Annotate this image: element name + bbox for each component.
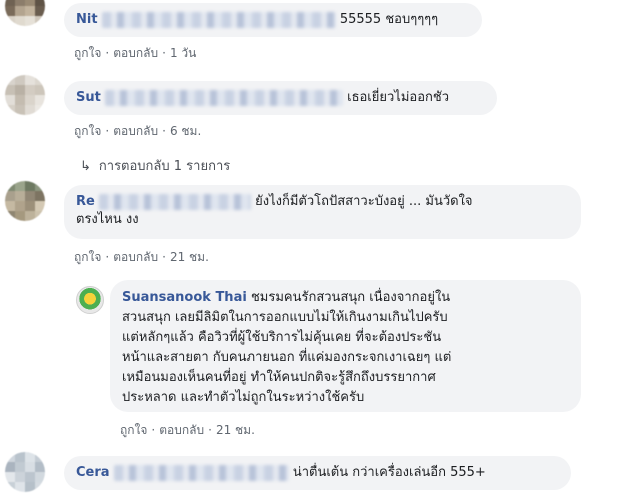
reply-link[interactable]: ตอบกลับ [113, 46, 158, 60]
reply-bubble: Suansanook Thai ชมรมคนรักสวนสนุก เนื่องจ… [110, 280, 581, 412]
like-link[interactable]: ถูกใจ [74, 250, 101, 264]
comment-actions: ถูกใจ · ตอบกลับ · 6 ชม. [74, 124, 202, 138]
reply-actions: ถูกใจ · ตอบกลับ · 21 ชม. [120, 423, 255, 437]
reply-link[interactable]: ตอบกลับ [159, 423, 204, 437]
comment-bubble: Cera น่าตื่นเต้น กว่าเครื่องเล่นอีก 555+ [64, 456, 571, 490]
reply-text: สวนสนุก เลยมีลิมิตในการออกแบบไม่ให้เกินง… [122, 310, 448, 325]
timestamp[interactable]: 6 ชม. [170, 124, 201, 138]
reply-link[interactable]: ตอบกลับ [113, 250, 158, 264]
comment-text: น่าตื่นเต้น กว่าเครื่องเล่นอีก 555+ [292, 465, 486, 480]
redacted-name [104, 89, 343, 106]
like-link[interactable]: ถูกใจ [74, 46, 101, 60]
avatar[interactable] [5, 181, 45, 221]
avatar[interactable] [5, 0, 45, 26]
view-replies-link[interactable]: ↳ การตอบกลับ 1 รายการ [80, 155, 230, 176]
timestamp[interactable]: 21 ชม. [170, 250, 209, 264]
comment-bubble: Nit 55555 ชอบๆๆๆๆ [64, 3, 482, 37]
reply-text: หน้าและสายตา กับคนภายนอก ที่แค่มองกระจกเ… [122, 350, 452, 365]
comment-actions: ถูกใจ · ตอบกลับ · 1 วัน [74, 46, 197, 60]
reply-text: แต่หลักๆแล้ว คือวิวที่ผู้ใช้บริการไม่คุ้… [122, 330, 442, 345]
reply-arrow-icon: ↳ [80, 159, 91, 174]
redacted-name [113, 464, 289, 481]
like-link[interactable]: ถูกใจ [74, 124, 101, 138]
reply-text: ประหลาด และทำตัวไม่ถูกในระหว่างใช้ครับ [122, 390, 365, 405]
avatar[interactable] [5, 75, 45, 115]
commenter-name[interactable]: Sut [76, 90, 101, 105]
timestamp[interactable]: 21 ชม. [216, 423, 255, 437]
comment-bubble: Sut เธอเยี่ยวไม่ออกชัว [64, 81, 497, 115]
page-name-thai: ชมรมคนรักสวนสนุก เนื่องจากอยู่ใน [250, 290, 451, 305]
reply-link[interactable]: ตอบกลับ [113, 124, 158, 138]
redacted-name [98, 193, 251, 210]
redacted-name [101, 11, 336, 28]
comment-bubble: Re ยังไงก็มีตัวโถปัสสาวะบังอยู่ ... มันว… [64, 185, 581, 239]
page-avatar[interactable] [76, 286, 104, 314]
reply-text: เหมือนมองเห็นคนที่อยู่ ทำให้คนปกติจะรู้ส… [122, 370, 436, 385]
comment-text: เธอเยี่ยวไม่ออกชัว [347, 90, 450, 105]
commenter-name[interactable]: Cera [76, 465, 110, 480]
comment-text: 55555 ชอบๆๆๆๆ [339, 12, 439, 27]
comment-text: ยังไงก็มีตัวโถปัสสาวะบังอยู่ ... มันวัดใ… [255, 194, 473, 209]
commenter-name[interactable]: Nit [76, 12, 98, 27]
page-name[interactable]: Suansanook Thai [122, 290, 247, 305]
timestamp[interactable]: 1 วัน [170, 46, 196, 60]
replies-count[interactable]: การตอบกลับ 1 รายการ [99, 159, 230, 174]
comment-actions: ถูกใจ · ตอบกลับ · 21 ชม. [74, 250, 209, 264]
commenter-name[interactable]: Re [76, 194, 95, 209]
avatar[interactable] [5, 452, 45, 492]
like-link[interactable]: ถูกใจ [120, 423, 147, 437]
comment-text-continued: ตรงไหน งง [76, 212, 139, 227]
